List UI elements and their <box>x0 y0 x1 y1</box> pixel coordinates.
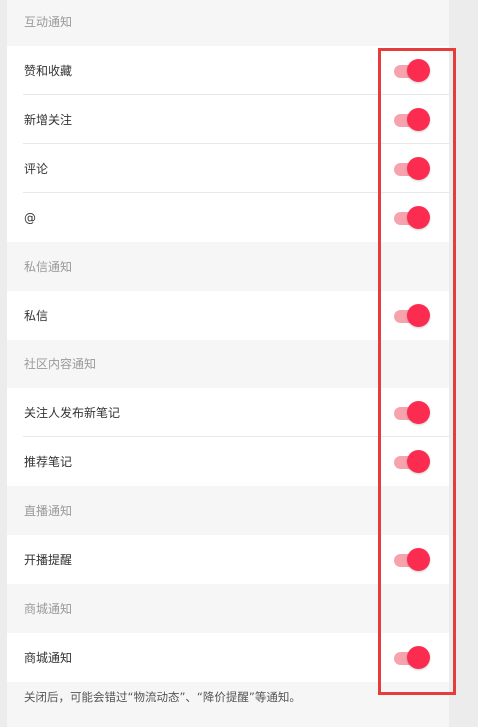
setting-label: 开播提醒 <box>24 553 73 567</box>
setting-row-live-start[interactable]: 开播提醒 <box>7 535 449 584</box>
toggle-thumb <box>407 548 430 571</box>
section-header-community: 社区内容通知 <box>7 340 449 388</box>
setting-label: 推荐笔记 <box>24 455 73 469</box>
setting-row-recommended[interactable]: 推荐笔记 <box>7 437 449 486</box>
notification-settings-panel: 互动通知 赞和收藏 新增关注 评论 @ 私信通知 私信 社区内容通知 关注人发布… <box>7 0 449 727</box>
mall-toggle[interactable] <box>394 646 430 670</box>
setting-row-follows[interactable]: 新增关注 <box>7 95 449 144</box>
likes-toggle[interactable] <box>394 59 430 83</box>
setting-label: 评论 <box>24 162 49 176</box>
setting-label: 私信 <box>24 309 49 323</box>
mentions-toggle[interactable] <box>394 206 430 230</box>
section-title: 互动通知 <box>24 15 73 29</box>
toggle-thumb <box>407 59 430 82</box>
footer-note: 关闭后，可能会错过“物流动态”、“降价提醒”等通知。 <box>24 690 301 704</box>
setting-row-comments[interactable]: 评论 <box>7 144 449 193</box>
section-header-interaction: 互动通知 <box>7 0 449 46</box>
section-title: 私信通知 <box>24 260 73 274</box>
section-header-private-message: 私信通知 <box>7 242 449 291</box>
section-header-mall: 商城通知 <box>7 584 449 633</box>
setting-label: 关注人发布新笔记 <box>24 406 121 420</box>
section-header-live: 直播通知 <box>7 486 449 535</box>
setting-row-mall[interactable]: 商城通知 <box>7 633 449 682</box>
toggle-thumb <box>407 157 430 180</box>
section-title: 直播通知 <box>24 504 73 518</box>
setting-row-followed-posts[interactable]: 关注人发布新笔记 <box>7 388 449 437</box>
toggle-thumb <box>407 108 430 131</box>
live-start-toggle[interactable] <box>394 548 430 572</box>
comments-toggle[interactable] <box>394 157 430 181</box>
toggle-thumb <box>407 401 430 424</box>
setting-row-likes[interactable]: 赞和收藏 <box>7 46 449 95</box>
dm-toggle[interactable] <box>394 304 430 328</box>
setting-label: 商城通知 <box>24 651 73 665</box>
toggle-thumb <box>407 206 430 229</box>
setting-label: 新增关注 <box>24 113 73 127</box>
recommended-toggle[interactable] <box>394 450 430 474</box>
follows-toggle[interactable] <box>394 108 430 132</box>
setting-row-dm[interactable]: 私信 <box>7 291 449 340</box>
toggle-thumb <box>407 450 430 473</box>
section-title: 商城通知 <box>24 602 73 616</box>
followed-posts-toggle[interactable] <box>394 401 430 425</box>
toggle-thumb <box>407 304 430 327</box>
toggle-thumb <box>407 646 430 669</box>
setting-label: 赞和收藏 <box>24 64 73 78</box>
section-title: 社区内容通知 <box>24 357 97 371</box>
setting-row-mentions[interactable]: @ <box>7 193 449 242</box>
setting-label: @ <box>24 211 36 225</box>
